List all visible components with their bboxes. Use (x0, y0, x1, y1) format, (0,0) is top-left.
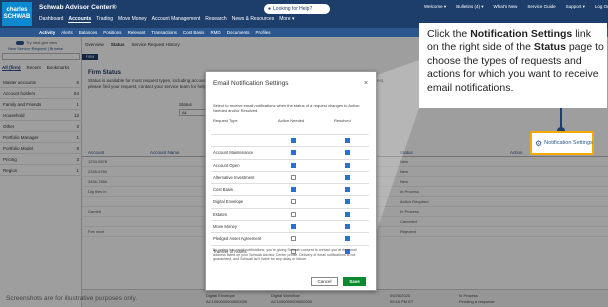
resolved-checkbox[interactable] (345, 174, 350, 180)
callout-bold1: Notification Settings (470, 28, 573, 40)
callout-bold2: Status (533, 41, 566, 54)
request-type-label: Account Open (213, 162, 240, 168)
request-type-label: Account Maintenance (213, 150, 254, 156)
notification-row: Alternative Investment (211, 170, 369, 183)
request-type-label: Alternative Investment (213, 174, 255, 180)
request-type-label: Estates (213, 211, 227, 217)
action-needed-checkbox[interactable] (291, 199, 296, 205)
resolved-checkbox[interactable] (345, 162, 350, 168)
close-icon[interactable]: × (364, 80, 368, 87)
notification-row: Move Money (211, 220, 369, 232)
highlight-label: Notification Settings (544, 140, 593, 146)
gear-icon: ⚙ (535, 138, 543, 148)
app-screen: charles SCHWAB Schwab Advisor Center® Da… (0, 0, 608, 307)
resolved-checkbox[interactable] (345, 211, 350, 217)
resolved-checkbox[interactable] (345, 199, 350, 205)
notification-row: Digital Envelope (211, 195, 369, 207)
action-needed-checkbox[interactable] (291, 174, 296, 180)
save-button[interactable]: Save (343, 277, 366, 286)
action-needed-checkbox[interactable] (291, 187, 296, 193)
action-needed-checkbox[interactable] (291, 162, 296, 168)
notification-row: Cost Basis (211, 183, 369, 195)
notification-row: Pledged Asset Agreement (211, 232, 369, 244)
callout-part1: Click the (427, 28, 471, 40)
col-resolved: Resolved (334, 118, 351, 123)
notification-row: Estates (211, 207, 369, 220)
instruction-callout: Click the Notification Settings link on … (419, 23, 607, 108)
modal-note: By opting into email notifications, you'… (213, 248, 357, 262)
resolved-checkbox[interactable] (345, 224, 350, 230)
cancel-button[interactable]: Cancel (311, 277, 338, 286)
callout-text: Click the Notification Settings link on … (427, 28, 605, 95)
resolved-checkbox[interactable] (345, 187, 350, 193)
modal-description: Select to receive email notifications wh… (213, 103, 360, 113)
resolved-checkbox[interactable] (345, 236, 350, 242)
disclaimer: Screenshots are for illustrative purpose… (6, 295, 138, 302)
notification-settings-highlight[interactable]: ⚙ Notification Settings (530, 131, 594, 155)
notification-row: Account Open (211, 158, 369, 171)
action-needed-checkbox[interactable] (291, 224, 296, 230)
request-type-label: Cost Basis (213, 187, 234, 193)
action-needed-checkbox[interactable] (291, 236, 296, 242)
request-type-label: Pledged Asset Agreement (213, 236, 262, 242)
email-notification-modal: Email Notification Settings × Select to … (205, 71, 377, 291)
request-type-label: Move Money (213, 224, 237, 230)
col-request-type: Request Type (213, 118, 238, 123)
request-type-label: Digital Envelope (213, 199, 244, 205)
modal-rows: Account Maintenance Account Open Alternati… (211, 134, 369, 257)
action-needed-checkbox[interactable] (291, 138, 296, 143)
notification-row: Account Maintenance (211, 146, 369, 158)
resolved-checkbox[interactable] (345, 138, 350, 143)
col-action-needed: Action Needed (278, 118, 305, 123)
modal-title: Email Notification Settings (213, 80, 289, 87)
notification-row (211, 134, 369, 146)
resolved-checkbox[interactable] (345, 150, 350, 156)
action-needed-checkbox[interactable] (291, 150, 296, 156)
action-needed-checkbox[interactable] (291, 211, 296, 217)
